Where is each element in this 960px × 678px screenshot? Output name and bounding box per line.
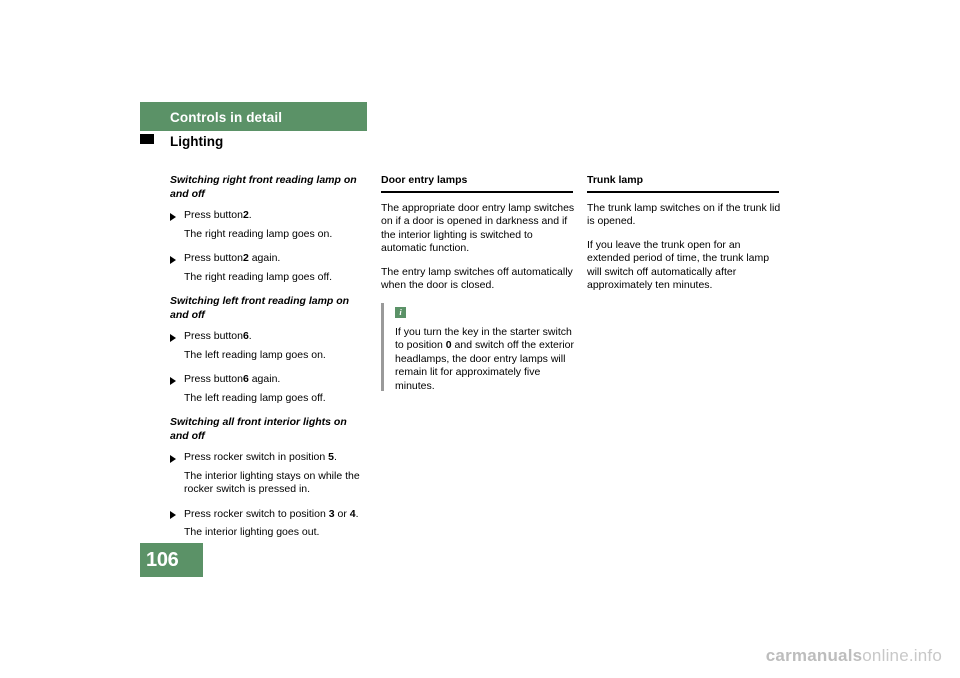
triangle-bullet-icon bbox=[170, 511, 176, 519]
heading-rule bbox=[381, 190, 573, 193]
result-text: The left reading lamp goes on. bbox=[184, 348, 326, 361]
list-item-text: Press button bbox=[184, 252, 243, 264]
information-icon: i bbox=[395, 306, 406, 318]
document-page: Controls in detail Lighting 106 Switchin… bbox=[0, 0, 960, 678]
triangle-bullet-icon bbox=[170, 333, 176, 342]
watermark-part-one: carmanuals bbox=[765, 646, 863, 665]
list-item-suffix: . bbox=[248, 330, 252, 342]
list-item-text: Press rocker switch in position bbox=[184, 451, 326, 463]
result-text: The right reading lamp goes on. bbox=[184, 227, 333, 240]
section-heading-trunk-lamp: Trunk lamp bbox=[587, 174, 644, 186]
info-note-bar bbox=[381, 302, 384, 391]
info-note-box: i If you turn the key in the starter swi… bbox=[381, 302, 579, 394]
triangle-bullet-icon bbox=[170, 212, 176, 221]
list-item-text: Press rocker switch to position bbox=[184, 507, 326, 520]
section-marker bbox=[140, 134, 154, 144]
result-text: The interior lighting stays on while the… bbox=[184, 469, 360, 496]
info-note-text: If you turn the key in the starter switc… bbox=[395, 326, 579, 394]
list-item: Press rocker switch to position 3 or 4. bbox=[170, 508, 368, 522]
subheading-left-reading-lamp: Switching left front reading lamp on and… bbox=[170, 295, 350, 321]
list-item: Press button2 again. bbox=[170, 252, 368, 266]
triangle-bullet-icon bbox=[170, 255, 176, 264]
header-band-title: Controls in detail bbox=[170, 110, 283, 125]
list-item: Press button6 again. bbox=[170, 373, 368, 387]
watermark: carmanualsonline.info bbox=[766, 646, 942, 666]
result-text: The interior lighting goes out. bbox=[184, 526, 320, 538]
list-item: Press button6. bbox=[170, 330, 368, 344]
paragraph: The appropriate door entry lamp switches… bbox=[381, 201, 575, 255]
column-three: Trunk lamp The trunk lamp switches on if… bbox=[587, 174, 785, 303]
result-text: The left reading lamp goes off. bbox=[184, 391, 326, 404]
list-item-suffix: again. bbox=[248, 252, 281, 264]
list-item-suffix: . bbox=[333, 451, 337, 463]
subheading-all-front-interior-lights: Switching all front interior lights on a… bbox=[170, 416, 347, 442]
heading-rule bbox=[587, 190, 779, 193]
list-item-text: Press button bbox=[184, 330, 243, 342]
list-item-text: Press button bbox=[184, 373, 243, 385]
list-item-text: Press button bbox=[184, 209, 243, 221]
column-two: Door entry lamps The appropriate door en… bbox=[381, 174, 579, 403]
triangle-bullet-icon bbox=[170, 376, 176, 385]
list-item: Press rocker switch in position 5. bbox=[170, 451, 368, 465]
watermark-part-two: online.info bbox=[862, 646, 942, 665]
page-title: Lighting bbox=[170, 134, 224, 149]
list-item-suffix: again. bbox=[248, 373, 281, 385]
paragraph: If you leave the trunk open for an exten… bbox=[587, 238, 770, 292]
list-item-suffix: . bbox=[355, 507, 359, 520]
list-item: Press button2. bbox=[170, 209, 368, 223]
list-item-suffix: . bbox=[248, 209, 252, 221]
page-number: 106 bbox=[146, 549, 179, 571]
section-heading-door-entry-lamps: Door entry lamps bbox=[381, 174, 468, 186]
triangle-bullet-icon bbox=[170, 454, 176, 463]
paragraph: The trunk lamp switches on if the trunk … bbox=[587, 201, 781, 228]
subheading-right-reading-lamp: Switching right front reading lamp on an… bbox=[170, 174, 357, 200]
list-item-conjunction: or bbox=[334, 507, 350, 520]
result-text: The right reading lamp goes off. bbox=[184, 270, 333, 283]
paragraph: The entry lamp switches off automaticall… bbox=[381, 265, 573, 292]
column-one: Switching right front reading lamp on an… bbox=[170, 174, 368, 551]
